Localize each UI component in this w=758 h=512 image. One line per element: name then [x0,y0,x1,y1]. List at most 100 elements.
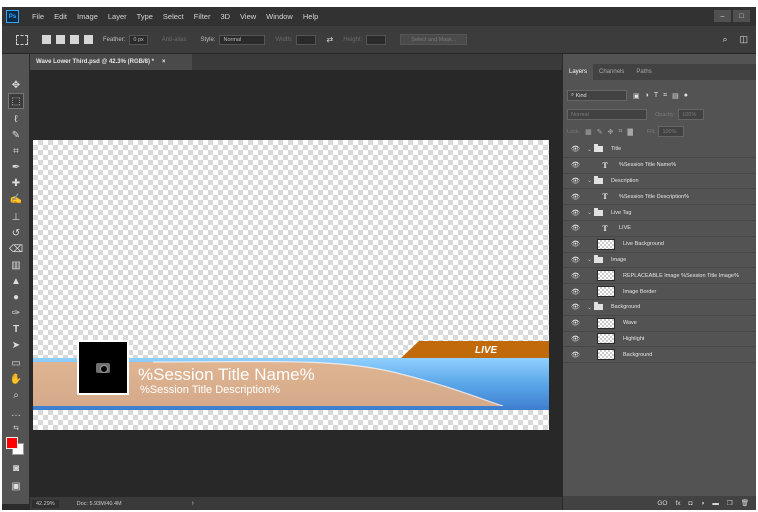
style-select[interactable]: Normal [219,34,266,45]
menu-filter[interactable]: Filter [189,12,216,21]
new-selection-icon[interactable] [42,35,51,44]
layer-row[interactable]: 👁 Highlight [563,332,756,348]
lock-all-icon[interactable]: ▇ [627,128,632,136]
chevron-down-icon[interactable]: ⌄ [587,146,594,153]
fill-input[interactable]: 100% [658,126,685,137]
visibility-eye-icon[interactable]: 👁 [571,288,581,296]
foreground-color-swatch[interactable] [6,437,18,449]
type-tool-icon[interactable]: T [9,322,23,336]
visibility-eye-icon[interactable]: 👁 [571,240,581,248]
minimize-button[interactable]: – [714,10,731,22]
width-input[interactable] [296,34,317,45]
layer-row[interactable]: 👁 T LIVE [563,221,756,237]
height-input[interactable] [366,34,387,45]
marquee-preset-icon[interactable] [16,34,28,45]
clone-stamp-tool-icon[interactable]: ⊥ [9,210,23,224]
layer-row[interactable]: 👁 ⌄ Title [563,142,756,158]
menu-type[interactable]: Type [132,12,158,21]
brush-tool-icon[interactable]: ✍ [9,192,23,206]
visibility-eye-icon[interactable]: 👁 [571,335,581,343]
screen-mode-icon[interactable]: ▣ [9,479,23,493]
healing-brush-tool-icon[interactable]: ✚ [9,176,23,190]
filter-toggle-icon[interactable]: ● [684,92,688,100]
select-and-mask-button[interactable]: Select and Mask... [400,34,468,45]
visibility-eye-icon[interactable]: 👁 [571,319,581,327]
tab-layers[interactable]: Layers [563,64,594,80]
maximize-button[interactable]: □ [733,10,750,22]
new-group-icon[interactable]: ▬ [712,500,719,507]
status-menu-arrow[interactable]: › [192,500,194,507]
dodge-tool-icon[interactable]: ● [9,290,23,304]
path-selection-tool-icon[interactable]: ➤ [9,338,23,352]
link-layers-icon[interactable]: GO [657,500,667,507]
lock-pixels-icon[interactable]: ✎ [597,128,603,136]
layer-row[interactable]: 👁 ⌄ Description [563,174,756,190]
visibility-eye-icon[interactable]: 👁 [571,209,581,217]
rectangle-tool-icon[interactable]: ▭ [9,356,23,370]
chevron-down-icon[interactable]: ⌄ [587,256,594,263]
swap-dimensions-icon[interactable]: ⇄ [326,35,333,44]
blur-tool-icon[interactable]: ▲ [9,274,23,288]
swap-colors-icon[interactable]: ⇆ [9,421,23,435]
crop-tool-icon[interactable]: ⌗ [9,144,23,158]
edit-toolbar-icon[interactable]: … [9,406,23,420]
layer-row[interactable]: 👁 T %Session Title Description% [563,189,756,206]
move-tool-icon[interactable]: ✥ [9,78,23,92]
eraser-tool-icon[interactable]: ⌫ [9,242,23,256]
feather-input[interactable]: 0 px [129,34,148,45]
trash-icon[interactable]: 🗑 [741,499,749,507]
type-filter-icon[interactable]: T [654,92,658,100]
menu-layer[interactable]: Layer [103,12,132,21]
layer-row[interactable]: 👁 Image Border [563,284,756,300]
add-selection-icon[interactable] [56,35,65,44]
tab-paths[interactable]: Paths [630,64,657,80]
eyedropper-tool-icon[interactable]: ✒ [9,160,23,174]
menu-file[interactable]: File [27,12,49,21]
lock-position-icon[interactable]: ✥ [608,128,614,136]
chevron-down-icon[interactable]: ⌄ [587,177,594,184]
visibility-eye-icon[interactable]: 👁 [571,303,581,311]
fx-icon[interactable]: fx [675,500,680,507]
search-icon[interactable]: ⌕ [722,34,727,45]
zoom-tool-icon[interactable]: ⌕ [9,388,23,402]
workspace-icon[interactable]: ◫ [739,34,748,45]
smart-object-filter-icon[interactable]: ▤ [672,92,679,100]
visibility-eye-icon[interactable]: 👁 [571,161,581,169]
antialias-checkbox[interactable]: Anti-alias [162,37,187,43]
visibility-eye-icon[interactable]: 👁 [571,272,581,280]
close-icon[interactable]: × [162,59,166,65]
layer-row[interactable]: 👁 Live Background [563,237,756,253]
chevron-down-icon[interactable]: ⌄ [587,209,594,216]
menu-3d[interactable]: 3D [215,12,235,21]
document-canvas[interactable]: LIVE %Session Title Name% %Session Title… [33,140,549,430]
intersect-selection-icon[interactable] [84,35,93,44]
chevron-down-icon[interactable]: ⌄ [587,304,594,311]
layer-row[interactable]: 👁 Background [563,347,756,364]
layer-row[interactable]: 👁 REPLACEABLE Image %Session Title Image… [563,268,756,285]
document-tab[interactable]: Wave Lower Third.psd @ 42.3% (RGB/8) * × [30,54,192,70]
menu-image[interactable]: Image [72,12,103,21]
new-layer-icon[interactable]: ❐ [727,499,733,507]
menu-edit[interactable]: Edit [49,12,72,21]
visibility-eye-icon[interactable]: 👁 [571,256,581,264]
layer-row[interactable]: 👁 T %Session Title Name% [563,158,756,174]
subtract-selection-icon[interactable] [70,35,79,44]
quick-mask-icon[interactable]: ◙ [9,461,23,475]
visibility-eye-icon[interactable]: 👁 [571,177,581,185]
blend-mode-select[interactable]: Normal [567,109,647,120]
rectangular-marquee-tool-icon[interactable]: ⬚ [8,93,24,109]
adjustment-layer-icon[interactable]: ◑ [700,500,704,507]
menu-view[interactable]: View [235,12,261,21]
visibility-eye-icon[interactable]: 👁 [571,351,581,359]
tab-channels[interactable]: Channels [593,64,630,80]
add-mask-icon[interactable]: ◘ [689,500,693,507]
history-brush-tool-icon[interactable]: ↺ [9,226,23,240]
quick-selection-tool-icon[interactable]: ✎ [9,128,23,142]
layer-row[interactable]: 👁 ⌄ Image [563,253,756,269]
menu-help[interactable]: Help [298,12,323,21]
visibility-eye-icon[interactable]: 👁 [571,224,581,232]
layer-row[interactable]: 👁 ⌄ Live Tag [563,205,756,221]
visibility-eye-icon[interactable]: 👁 [571,193,581,201]
layer-row[interactable]: 👁 ⌄ Background [563,300,756,316]
shape-filter-icon[interactable]: ⌗ [663,92,667,100]
